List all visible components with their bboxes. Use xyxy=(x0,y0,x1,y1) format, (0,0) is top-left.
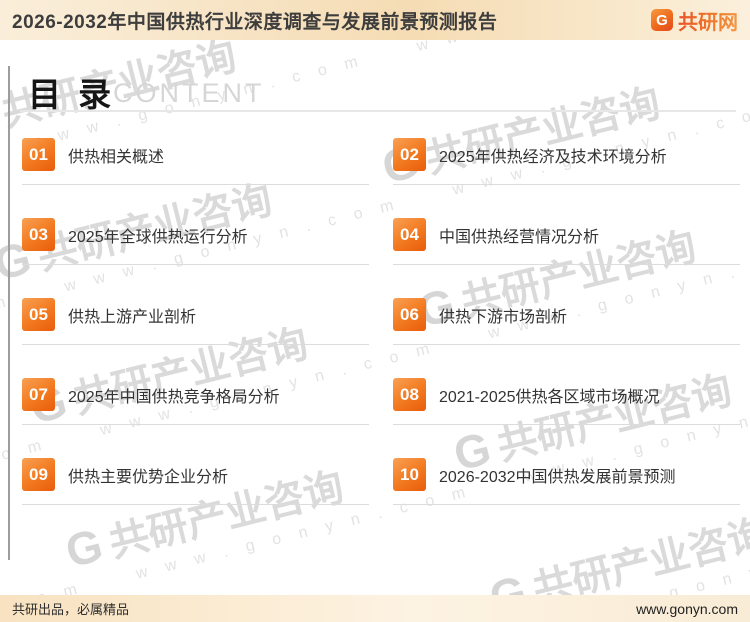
toc-item-05: 05 供热上游产业剖析 xyxy=(22,298,369,345)
toc-number-badge: 03 xyxy=(22,218,55,251)
toc-item-03: 03 2025年全球供热运行分析 xyxy=(22,218,369,265)
toc-number-badge: 04 xyxy=(393,218,426,251)
toc-item-label: 中国供热经营情况分析 xyxy=(439,228,600,246)
toc-item-08: 08 2021-2025供热各区域市场概况 xyxy=(393,378,740,425)
gonyn-logo-icon: G xyxy=(651,9,673,31)
toc-item-label: 供热主要优势企业分析 xyxy=(68,468,229,486)
toc-item-02: 02 2025年供热经济及技术环境分析 xyxy=(393,138,740,185)
toc-item-09: 09 供热主要优势企业分析 xyxy=(22,458,369,505)
header-bar: 2026-2032年中国供热行业深度调查与发展前景预测报告 G 共研网 xyxy=(0,0,750,40)
title-divider xyxy=(20,110,736,112)
toc-number-badge: 07 xyxy=(22,378,55,411)
toc-number-badge: 08 xyxy=(393,378,426,411)
toc-number-badge: 06 xyxy=(393,298,426,331)
brand-logo[interactable]: G 共研网 xyxy=(651,6,738,35)
report-title: 2026-2032年中国供热行业深度调查与发展前景预测报告 xyxy=(12,11,498,33)
toc-item-label: 供热上游产业剖析 xyxy=(68,308,197,326)
toc-item-label: 供热下游市场剖析 xyxy=(439,308,568,326)
left-accent-line xyxy=(8,66,10,560)
toc-list: 01 供热相关概述 02 2025年供热经济及技术环境分析 03 2025年全球… xyxy=(22,138,740,505)
footer-website-link[interactable]: www.gonyn.com xyxy=(636,601,738,617)
toc-item-label: 2025年供热经济及技术环境分析 xyxy=(439,148,667,166)
toc-item-label: 2026-2032中国供热发展前景预测 xyxy=(439,468,676,486)
toc-item-10: 10 2026-2032中国供热发展前景预测 xyxy=(393,458,740,505)
toc-item-07: 07 2025年中国供热竞争格局分析 xyxy=(22,378,369,425)
toc-item-06: 06 供热下游市场剖析 xyxy=(393,298,740,345)
brand-logo-text: 共研网 xyxy=(678,6,738,35)
toc-item-label: 2021-2025供热各区域市场概况 xyxy=(439,388,660,406)
footer-slogan: 共研出品，必属精品 xyxy=(12,602,130,617)
toc-item-04: 04 中国供热经营情况分析 xyxy=(393,218,740,265)
toc-title: 目 录 xyxy=(28,76,116,113)
toc-number-badge: 01 xyxy=(22,138,55,171)
toc-item-label: 2025年中国供热竞争格局分析 xyxy=(68,388,280,406)
footer-bar: 共研出品，必属精品 www.gonyn.com xyxy=(0,595,750,622)
toc-item-01: 01 供热相关概述 xyxy=(22,138,369,185)
toc-number-badge: 10 xyxy=(393,458,426,491)
toc-number-badge: 09 xyxy=(22,458,55,491)
toc-number-badge: 05 xyxy=(22,298,55,331)
toc-number-badge: 02 xyxy=(393,138,426,171)
toc-item-label: 2025年全球供热运行分析 xyxy=(68,228,248,246)
toc-item-label: 供热相关概述 xyxy=(68,148,165,166)
toc-title-english: CONTENT xyxy=(113,78,265,108)
